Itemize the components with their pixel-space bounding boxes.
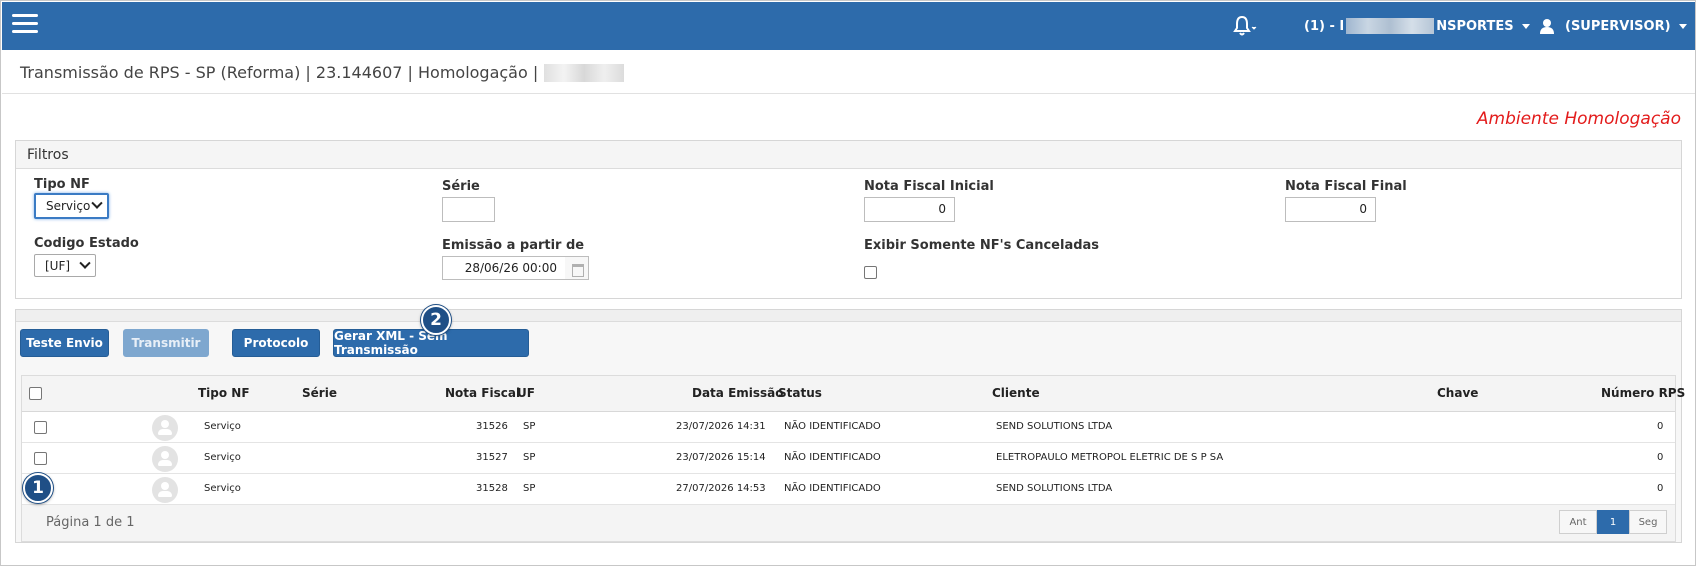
cell-status: NÃO IDENTIFICADO bbox=[784, 421, 881, 432]
cell-rps: 0 bbox=[1657, 483, 1664, 494]
pager-next[interactable]: Seg bbox=[1629, 510, 1667, 534]
user-menu[interactable]: (SUPERVISOR) bbox=[1539, 16, 1687, 36]
cell-cliente: SEND SOLUTIONS LTDA bbox=[996, 483, 1113, 494]
col-numero-rps[interactable]: Número RPS bbox=[1601, 386, 1685, 400]
protocolo-button[interactable]: Protocolo bbox=[232, 329, 320, 357]
serie-input[interactable] bbox=[442, 197, 495, 222]
nf-final-input[interactable]: 0 bbox=[1285, 197, 1376, 222]
tipo-nf-select[interactable]: Serviço bbox=[34, 193, 109, 219]
app-window: (1) - I NSPORTES (SUPERVISOR) Transmissã… bbox=[0, 0, 1696, 566]
pager-prev[interactable]: Ant bbox=[1559, 510, 1597, 534]
user-icon bbox=[1540, 19, 1554, 34]
avatar-icon bbox=[152, 477, 178, 503]
table-row[interactable]: Serviço 31527 SP 23/07/2026 15:14 NÃO ID… bbox=[22, 443, 1675, 474]
row-checkbox[interactable] bbox=[34, 452, 47, 465]
col-tipo-nf[interactable]: Tipo NF bbox=[198, 386, 250, 400]
col-uf[interactable]: UF bbox=[517, 386, 535, 400]
table-row[interactable]: Serviço 31526 SP 23/07/2026 14:31 NÃO ID… bbox=[22, 412, 1675, 443]
table-footer: Página 1 de 1 Ant 1 Seg bbox=[22, 505, 1675, 541]
table-header: Tipo NF Série Nota Fiscal UF Data Emissã… bbox=[22, 376, 1685, 412]
filters-panel: Filtros Tipo NF Serviço Série Nota Fisca… bbox=[15, 140, 1682, 299]
company-selector[interactable]: (1) - I NSPORTES bbox=[1304, 16, 1530, 36]
tipo-nf-label: Tipo NF bbox=[34, 177, 90, 192]
col-chave[interactable]: Chave bbox=[1437, 386, 1478, 400]
row-checkbox[interactable] bbox=[34, 421, 47, 434]
company-name-redacted bbox=[1346, 18, 1435, 34]
serie-label: Série bbox=[442, 179, 480, 194]
cell-tipo: Serviço bbox=[204, 421, 241, 432]
col-nota-fiscal[interactable]: Nota Fiscal bbox=[445, 386, 520, 400]
avatar-icon bbox=[152, 446, 178, 472]
cell-nota: 31528 bbox=[476, 483, 508, 494]
col-serie[interactable]: Série bbox=[302, 386, 337, 400]
emissao-label: Emissão a partir de bbox=[442, 238, 585, 253]
col-data-emissao[interactable]: Data Emissão bbox=[692, 386, 784, 400]
col-status[interactable]: Status bbox=[778, 386, 822, 400]
rps-table: Tipo NF Série Nota Fiscal UF Data Emissã… bbox=[21, 375, 1685, 542]
cell-rps: 0 bbox=[1657, 452, 1664, 463]
top-navbar: (1) - I NSPORTES (SUPERVISOR) bbox=[2, 2, 1695, 50]
nf-inicial-label: Nota Fiscal Inicial bbox=[864, 179, 994, 194]
step-marker-1: 1 bbox=[23, 473, 53, 503]
nf-inicial-input[interactable]: 0 bbox=[864, 197, 955, 222]
results-heading bbox=[16, 310, 1681, 322]
cell-nota: 31526 bbox=[476, 421, 508, 432]
cell-data: 23/07/2026 14:31 bbox=[676, 421, 766, 432]
pagination: Ant 1 Seg bbox=[1559, 510, 1667, 534]
select-all-checkbox[interactable] bbox=[29, 387, 42, 400]
cell-cliente: SEND SOLUTIONS LTDA bbox=[996, 421, 1113, 432]
company-prefix: (1) - I bbox=[1304, 18, 1345, 34]
page-title-text: Transmissão de RPS - SP (Reforma) | 23.1… bbox=[20, 63, 539, 82]
page-title: Transmissão de RPS - SP (Reforma) | 23.1… bbox=[20, 63, 625, 82]
cell-data: 27/07/2026 14:53 bbox=[676, 483, 766, 494]
cell-uf: SP bbox=[523, 483, 536, 494]
pager-current[interactable]: 1 bbox=[1597, 510, 1629, 534]
cell-cliente: ELETROPAULO METROPOL ELETRIC DE S P SA bbox=[996, 452, 1224, 463]
page-info: Página 1 de 1 bbox=[46, 515, 135, 530]
cell-tipo: Serviço bbox=[204, 452, 241, 463]
table-row[interactable]: Serviço 31528 SP 27/07/2026 14:53 NÃO ID… bbox=[22, 474, 1675, 505]
avatar-icon bbox=[152, 415, 178, 441]
canceladas-checkbox[interactable] bbox=[864, 266, 877, 279]
company-suffix: NSPORTES bbox=[1436, 18, 1514, 34]
tipo-nf-value: Serviço bbox=[46, 199, 91, 213]
step-marker-2: 2 bbox=[421, 305, 451, 335]
teste-envio-button[interactable]: Teste Envio bbox=[20, 329, 109, 357]
bell-icon[interactable] bbox=[1232, 15, 1258, 37]
calendar-icon[interactable] bbox=[565, 256, 589, 280]
codigo-estado-select[interactable]: [UF] bbox=[34, 254, 96, 277]
transmitir-button[interactable]: Transmitir bbox=[123, 329, 209, 357]
chevron-down-icon bbox=[79, 257, 91, 269]
canceladas-label: Exibir Somente NF's Canceladas bbox=[864, 238, 1100, 253]
emissao-input[interactable]: 28/06/26 00:00 bbox=[442, 256, 566, 280]
cell-rps: 0 bbox=[1657, 421, 1664, 432]
col-cliente[interactable]: Cliente bbox=[992, 386, 1040, 400]
chevron-down-icon bbox=[91, 197, 103, 209]
codigo-estado-label: Codigo Estado bbox=[34, 236, 139, 251]
cell-nota: 31527 bbox=[476, 452, 508, 463]
cell-tipo: Serviço bbox=[204, 483, 241, 494]
filters-heading: Filtros bbox=[16, 141, 1681, 169]
codigo-estado-value: [UF] bbox=[45, 258, 71, 273]
chevron-down-icon bbox=[1521, 23, 1530, 29]
cell-status: NÃO IDENTIFICADO bbox=[784, 483, 881, 494]
cell-data: 23/07/2026 15:14 bbox=[676, 452, 766, 463]
user-role: (SUPERVISOR) bbox=[1565, 18, 1671, 34]
environment-label: Ambiente Homologação bbox=[1476, 109, 1681, 129]
chevron-down-icon bbox=[1678, 23, 1687, 29]
nf-final-label: Nota Fiscal Final bbox=[1285, 179, 1407, 194]
cell-uf: SP bbox=[523, 452, 536, 463]
divider bbox=[2, 93, 1695, 94]
menu-icon[interactable] bbox=[12, 14, 38, 34]
title-redacted bbox=[544, 63, 625, 82]
cell-status: NÃO IDENTIFICADO bbox=[784, 452, 881, 463]
cell-uf: SP bbox=[523, 421, 536, 432]
